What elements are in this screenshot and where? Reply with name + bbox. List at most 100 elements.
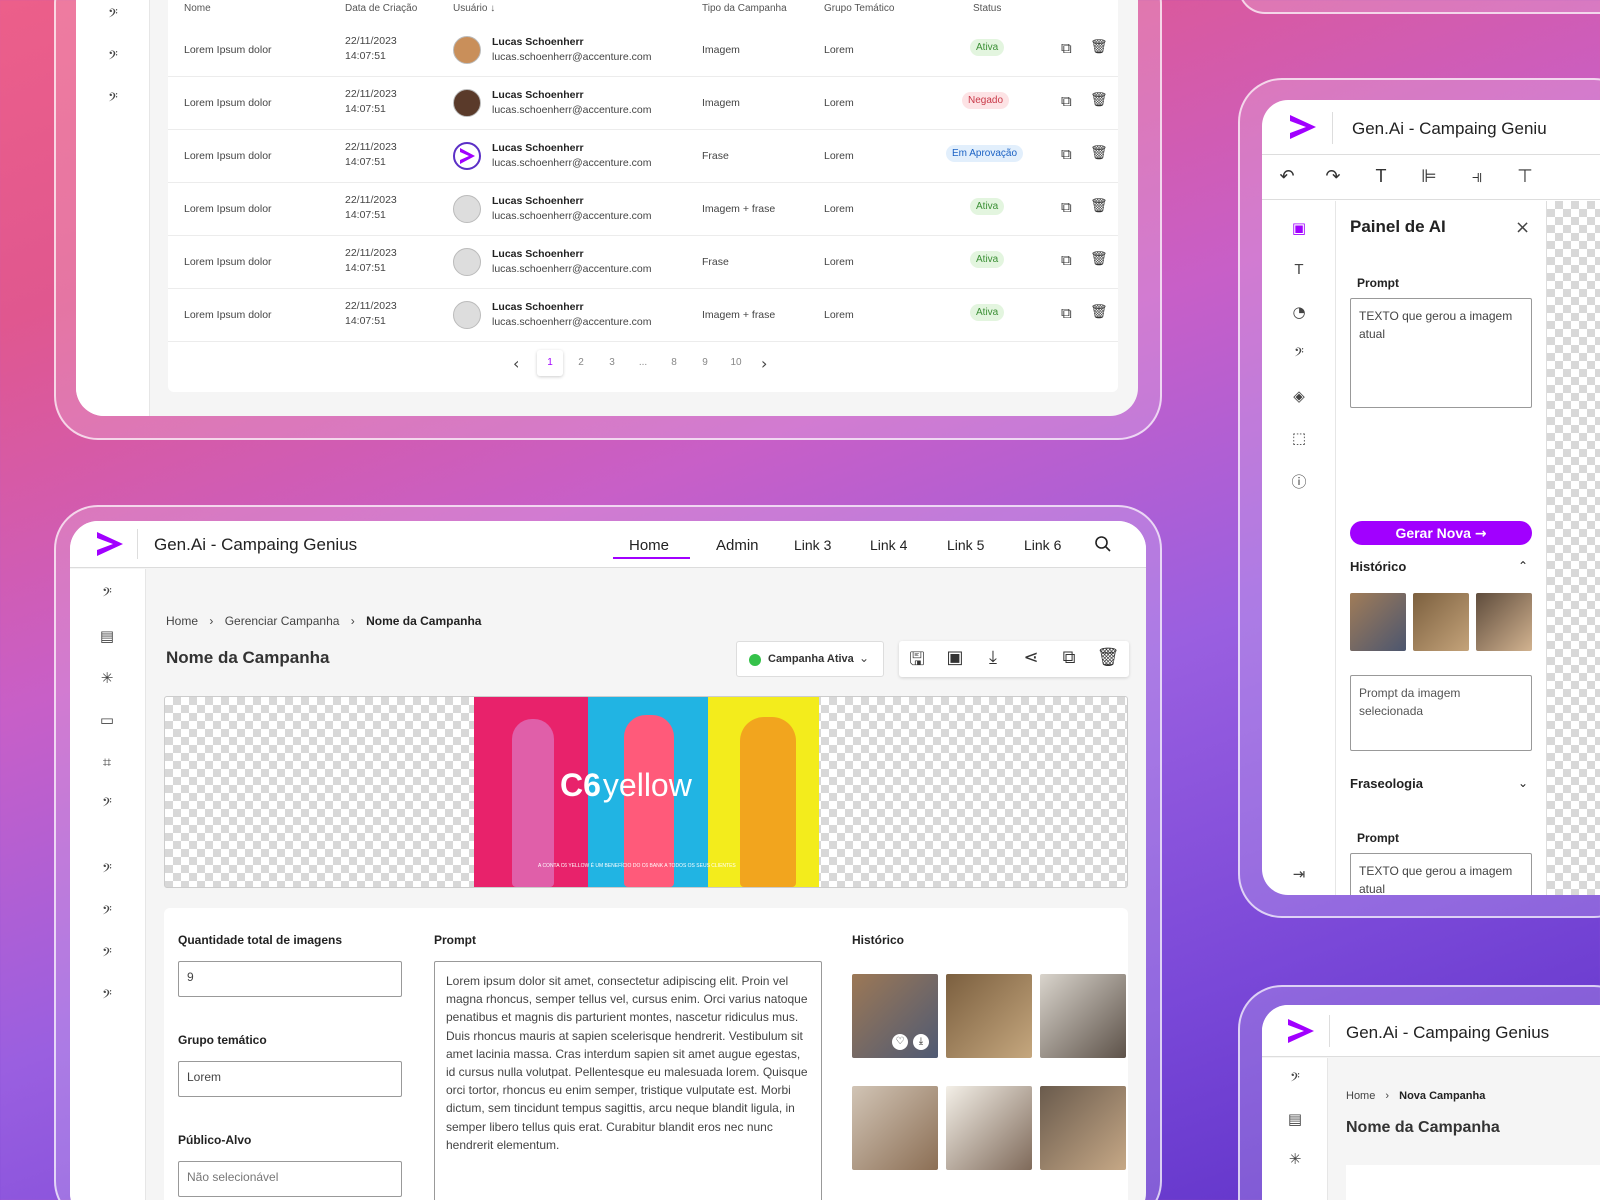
search-icon[interactable] (1094, 535, 1112, 553)
layers-icon[interactable]: ◈ (1287, 387, 1311, 405)
copy-icon[interactable]: ⧉ (1061, 39, 1072, 57)
table-row[interactable]: Lorem Ipsum dolor 22/11/2023 14:07:51 Lucas… (168, 289, 1118, 342)
phrase-header[interactable]: Fraseologia ⌄ (1350, 776, 1532, 796)
table-row[interactable]: Lorem Ipsum dolor 22/11/2023 14:07:51 Lucas… (168, 183, 1118, 236)
trash-icon[interactable]: 🗑 (1090, 145, 1108, 161)
shapes-icon[interactable]: ◔ (1287, 303, 1311, 321)
col-header-group[interactable]: Grupo Temático (824, 3, 894, 14)
trash-icon[interactable]: 🗑 (1090, 251, 1108, 267)
close-icon[interactable]: × (1515, 217, 1530, 238)
generate-button[interactable]: Gerar Nova → (1350, 521, 1532, 545)
history-thumb[interactable] (946, 1086, 1032, 1170)
page-number[interactable]: 10 (723, 350, 749, 376)
nav-link-5[interactable]: Link 5 (947, 537, 984, 553)
trash-icon[interactable]: 🗑 (1090, 198, 1108, 214)
breadcrumb-home[interactable]: Home (1346, 1090, 1375, 1102)
footprint-icon[interactable]: 𝄢 (101, 90, 125, 108)
prompt-textarea[interactable]: TEXTO que gerou a imagem atual (1350, 298, 1532, 408)
campaign-status-dropdown[interactable]: Campanha Ativa ⌄ (736, 641, 884, 677)
page-number[interactable]: 8 (661, 350, 687, 376)
list-icon[interactable]: ▤ (95, 627, 119, 645)
nav-link-4[interactable]: Link 4 (870, 537, 907, 553)
scan-icon[interactable]: ⌗ (95, 753, 119, 771)
footprint-icon[interactable]: 𝄢 (95, 795, 119, 813)
redo-icon[interactable]: ↷ (1320, 166, 1346, 187)
crop-icon[interactable]: ⬚ (1287, 429, 1311, 447)
trash-icon[interactable]: 🗑 (1090, 304, 1108, 320)
page-number[interactable]: 2 (568, 350, 594, 376)
breadcrumb-home[interactable]: Home (166, 614, 198, 628)
trash-icon[interactable]: 🗑 (1090, 92, 1108, 108)
network-icon[interactable]: ✳ (1283, 1150, 1307, 1168)
copy-icon[interactable]: ⧉ (1061, 145, 1072, 163)
history-thumb[interactable]: ♡ ⤓ (852, 974, 938, 1058)
chevron-right-icon[interactable]: › (761, 354, 767, 373)
accenture-logo-icon[interactable] (1288, 113, 1318, 141)
history-header[interactable]: Histórico ⌃ (1350, 559, 1532, 579)
save-edit-icon[interactable]: 🖫 (904, 647, 930, 677)
col-header-date[interactable]: Data de Criação (345, 3, 417, 14)
align-top-icon[interactable]: ⊤ (1512, 166, 1538, 187)
trash-icon[interactable]: 🗑 (1090, 39, 1108, 55)
accenture-logo-icon[interactable] (1286, 1017, 1316, 1045)
copy-icon[interactable]: ⧉ (1056, 647, 1082, 668)
table-row[interactable]: Lorem Ipsum dolor 22/11/2023 14:07:51 Lucas… (168, 24, 1118, 77)
footprint-icon[interactable]: 𝄢 (95, 945, 119, 963)
share-icon[interactable]: ⋖ (1018, 647, 1044, 668)
footprint-icon[interactable]: 𝄢 (95, 987, 119, 1005)
copy-icon[interactable]: ⧉ (1061, 198, 1072, 216)
heart-icon[interactable]: ♡ (892, 1034, 908, 1050)
table-row[interactable]: Lorem Ipsum dolor 22/11/2023 14:07:51 Lucas… (168, 236, 1118, 289)
footprint-icon[interactable]: 𝄢 (101, 48, 125, 66)
nav-admin[interactable]: Admin (716, 537, 759, 554)
nav-link-6[interactable]: Link 6 (1024, 537, 1061, 553)
text-icon[interactable]: T (1287, 261, 1311, 278)
copy-icon[interactable]: ⧉ (1061, 92, 1072, 110)
history-thumb[interactable] (1413, 593, 1469, 651)
table-row[interactable]: Lorem Ipsum dolor 22/11/2023 14:07:51 Lucas… (168, 77, 1118, 130)
breadcrumb-manage[interactable]: Gerenciar Campanha (225, 614, 340, 628)
col-header-user[interactable]: Usuário ↓ (453, 3, 495, 14)
chevron-left-icon[interactable]: ‹ (513, 354, 519, 373)
trash-icon[interactable]: 🗑 (1095, 647, 1121, 668)
image-icon[interactable]: ▣ (1287, 219, 1311, 237)
download-icon[interactable]: ⤓ (980, 647, 1006, 668)
history-thumb[interactable] (1350, 593, 1406, 651)
accenture-logo-icon[interactable] (95, 530, 125, 558)
list-icon[interactable]: ▤ (1283, 1110, 1307, 1128)
copy-icon[interactable]: ⧉ (1061, 251, 1072, 269)
history-thumb[interactable] (1040, 1086, 1126, 1170)
history-thumb[interactable] (946, 974, 1032, 1058)
logout-icon[interactable]: ⇥ (1287, 865, 1311, 883)
image-icon[interactable]: ▣ (942, 647, 968, 668)
qty-input[interactable]: 9 (178, 961, 402, 997)
audience-input[interactable]: Não selecionável (178, 1161, 402, 1197)
history-thumb[interactable] (1040, 974, 1126, 1058)
col-header-status[interactable]: Status (973, 3, 1001, 14)
footprint-icon[interactable]: 𝄢 (1283, 1070, 1307, 1088)
table-row[interactable]: Lorem Ipsum dolor 22/11/2023 14:07:51 Lucas… (168, 130, 1118, 183)
page-number[interactable]: 3 (599, 350, 625, 376)
prompt-textarea[interactable]: Lorem ipsum dolor sit amet, consectetur … (434, 961, 822, 1200)
selected-prompt-textarea[interactable]: Prompt da imagem selecionada (1350, 675, 1532, 751)
network-icon[interactable]: ✳ (95, 669, 119, 687)
banner-image[interactable]: C6yellow A CONTA C6 YELLOW É UM BENEFÍCI… (474, 697, 819, 887)
copy-icon[interactable]: ⧉ (1061, 304, 1072, 322)
history-thumb[interactable] (1476, 593, 1532, 651)
footprint-icon[interactable]: 𝄢 (101, 6, 125, 24)
group-input[interactable]: Lorem (178, 1061, 402, 1097)
download-icon[interactable]: ⤓ (913, 1034, 929, 1050)
footprint-icon[interactable]: 𝄢 (95, 585, 119, 603)
info-icon[interactable]: ⓘ (1287, 471, 1311, 492)
align-right-icon[interactable]: ⫣ (1464, 166, 1490, 187)
monitor-icon[interactable]: ▭ (95, 711, 119, 729)
page-number[interactable]: 9 (692, 350, 718, 376)
nav-link-3[interactable]: Link 3 (794, 537, 831, 553)
col-header-name[interactable]: Nome (184, 3, 211, 14)
footprint-icon[interactable]: 𝄢 (95, 861, 119, 879)
footprint-icon[interactable]: 𝄢 (95, 903, 119, 921)
history-thumb[interactable] (852, 1086, 938, 1170)
nav-home[interactable]: Home (629, 537, 669, 554)
footprint-icon[interactable]: 𝄢 (1287, 345, 1311, 363)
ai-canvas[interactable] (1546, 201, 1600, 895)
